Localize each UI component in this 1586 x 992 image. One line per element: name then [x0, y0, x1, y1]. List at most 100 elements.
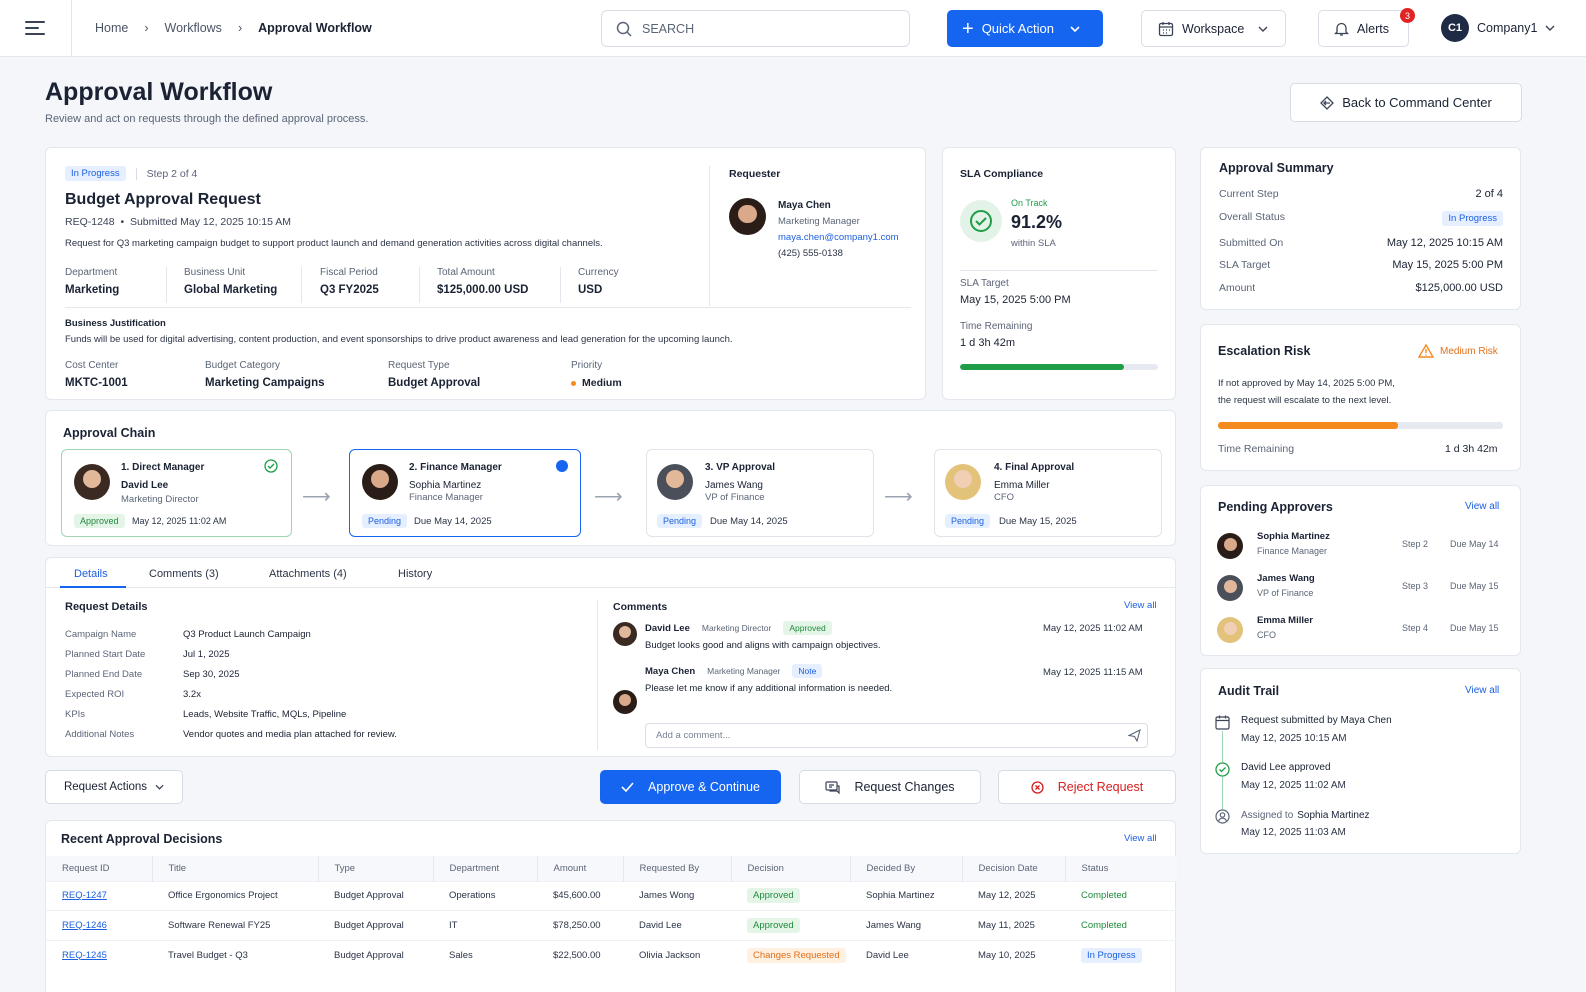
avatar — [362, 464, 398, 500]
field-label: Request Type — [388, 360, 450, 371]
cell-requested-by: David Lee — [623, 910, 731, 940]
requester-email[interactable]: maya.chen@company1.com — [778, 230, 899, 246]
cell-status: Completed — [1065, 910, 1177, 940]
column-header: Decision — [731, 856, 851, 881]
step-date: Due May 14, 2025 — [710, 516, 788, 527]
alerts-button[interactable]: Alerts — [1318, 10, 1409, 47]
escalation-text: If not approved by May 14, 2025 5:00 PM,… — [1218, 375, 1395, 409]
top-bar: Home › Workflows › Approval Workflow SEA… — [0, 0, 1586, 57]
approve-continue-button[interactable]: Approve & Continue — [600, 770, 781, 804]
escalation-text-line2: the request will escalate to the next le… — [1218, 395, 1392, 406]
approver-name: Sophia Martinez — [1257, 531, 1330, 542]
table-header-row: Request ID Title Type Department Amount … — [46, 856, 1177, 881]
approver-due: Due May 15 — [1450, 581, 1499, 591]
tab-attachments[interactable]: Attachments (4) — [269, 568, 347, 580]
chain-step-2[interactable]: 2. Finance Manager Sophia Martinez Finan… — [349, 449, 581, 537]
request-fields: Department Marketing Business Unit Global … — [65, 267, 711, 303]
tab-comments[interactable]: Comments (3) — [149, 568, 219, 580]
summary-value: 2 of 4 — [1475, 188, 1503, 200]
reject-request-button[interactable]: Reject Request — [998, 770, 1176, 804]
chain-step-3[interactable]: 3. VP Approval James Wang VP of Finance … — [646, 449, 874, 537]
chain-step-1[interactable]: 1. Direct Manager David Lee Marketing Di… — [61, 449, 292, 537]
table-row[interactable]: REQ-1247 Office Ergonomics Project Budge… — [46, 880, 1177, 911]
step-title: 2. Finance Manager — [409, 462, 502, 473]
menu-icon[interactable] — [22, 17, 48, 39]
send-icon[interactable] — [1128, 729, 1141, 742]
escalation-remaining-label: Time Remaining — [1218, 443, 1295, 455]
pending-view-all-link[interactable]: View all — [1465, 501, 1499, 512]
comments-view-all-link[interactable]: View all — [1124, 600, 1157, 611]
comment-tag: Approved — [783, 621, 832, 635]
comment-role: Marketing Manager — [707, 666, 781, 676]
step-date: Due May 14, 2025 — [414, 516, 492, 527]
detail-value: 3.2x — [183, 689, 201, 700]
summary-title: Approval Summary — [1219, 161, 1334, 175]
arrow-right-icon: ⟶ — [302, 486, 331, 508]
calendar-icon — [1158, 21, 1174, 37]
check-icon — [621, 782, 634, 792]
list-item[interactable]: James Wang VP of Finance Step 3 Due May … — [1217, 573, 1505, 615]
breadcrumb-home[interactable]: Home — [95, 21, 128, 35]
cell-status: Completed — [1065, 880, 1177, 911]
recent-title: Recent Approval Decisions — [61, 832, 223, 846]
step-indicator: Step 2 of 4 — [146, 167, 198, 180]
chevron-right-icon: › — [237, 21, 243, 35]
chain-step-4[interactable]: 4. Final Approval Emma Miller CFO Pendin… — [934, 449, 1162, 537]
workspace-label: Workspace — [1182, 21, 1245, 36]
request-changes-button[interactable]: Request Changes — [799, 770, 981, 804]
column-header: Decided By — [850, 856, 963, 881]
page-subtitle: Review and act on requests through the d… — [45, 113, 369, 125]
request-id-link[interactable]: REQ-1246 — [62, 920, 107, 931]
approver-name: Emma Miller — [1257, 615, 1313, 626]
approver-step: Step 2 — [1402, 539, 1429, 549]
detail-label: Campaign Name — [65, 629, 137, 640]
column-header: Type — [318, 856, 434, 881]
list-item[interactable]: Emma Miller CFO Step 4 Due May 15 — [1217, 615, 1505, 657]
quick-action-button[interactable]: + Quick Action — [947, 10, 1103, 47]
request-id-link[interactable]: REQ-1247 — [62, 890, 107, 901]
breadcrumb-workflows[interactable]: Workflows — [165, 21, 222, 35]
company-menu[interactable]: C1 Company1 — [1441, 14, 1555, 42]
avatar — [1217, 575, 1243, 601]
escalation-progress-fill — [1218, 422, 1398, 429]
summary-label: Overall Status — [1219, 211, 1285, 223]
requester-phone: (425) 555-0138 — [778, 248, 843, 259]
table-row[interactable]: REQ-1246 Software Renewal FY25 Budget Ap… — [46, 910, 1177, 940]
audit-item-date: May 12, 2025 11:03 AM — [1241, 827, 1346, 838]
step-title: 4. Final Approval — [994, 462, 1075, 473]
audit-trail-card: Audit Trail View all Request submitted b… — [1200, 668, 1521, 854]
tab-history[interactable]: History — [398, 568, 432, 580]
requester-title: Requester — [729, 168, 781, 180]
comment-date: May 12, 2025 11:02 AM — [1043, 623, 1143, 634]
cell-requested-by: Olivia Jackson — [623, 939, 731, 970]
risk-level: Medium Risk — [1440, 345, 1498, 357]
column-header: Requested By — [623, 856, 732, 881]
avatar — [1217, 617, 1243, 643]
sla-remaining: 1 d 3h 42m — [960, 337, 1016, 349]
request-actions-dropdown[interactable]: Request Actions — [45, 770, 183, 804]
request-id-link[interactable]: REQ-1245 — [62, 950, 107, 961]
calendar-icon — [1215, 715, 1230, 730]
step-status-badge: Pending — [362, 514, 408, 528]
audit-view-all-link[interactable]: View all — [1465, 685, 1499, 696]
chevron-down-icon — [1070, 25, 1080, 32]
company-name: Company1 — [1477, 21, 1538, 35]
field-value: Budget Approval — [388, 377, 481, 389]
tab-details[interactable]: Details — [74, 568, 108, 580]
comment-date: May 12, 2025 11:15 AM — [1043, 667, 1143, 678]
request-actions-label: Request Actions — [63, 781, 148, 793]
workspace-dropdown[interactable]: Workspace — [1141, 10, 1286, 47]
detail-value: Jul 1, 2025 — [183, 649, 230, 660]
audit-item-date: May 12, 2025 11:02 AM — [1241, 780, 1346, 791]
back-to-command-center-button[interactable]: Back to Command Center — [1290, 83, 1522, 122]
check-circle-icon — [960, 200, 1002, 242]
comment-input[interactable]: Add a comment... — [645, 723, 1148, 748]
search-input[interactable]: SEARCH — [601, 10, 910, 47]
requester-role: Marketing Manager — [778, 216, 860, 227]
list-item[interactable]: Sophia Martinez Finance Manager Step 2 D… — [1217, 531, 1505, 573]
recent-view-all-link[interactable]: View all — [1124, 833, 1157, 844]
detail-value: Q3 Product Launch Campaign — [183, 629, 311, 640]
avatar — [945, 464, 981, 500]
table-row[interactable]: REQ-1245 Travel Budget - Q3 Budget Appro… — [46, 939, 1177, 970]
approval-chain-card: Approval Chain 1. Direct Manager David L… — [45, 410, 1176, 546]
